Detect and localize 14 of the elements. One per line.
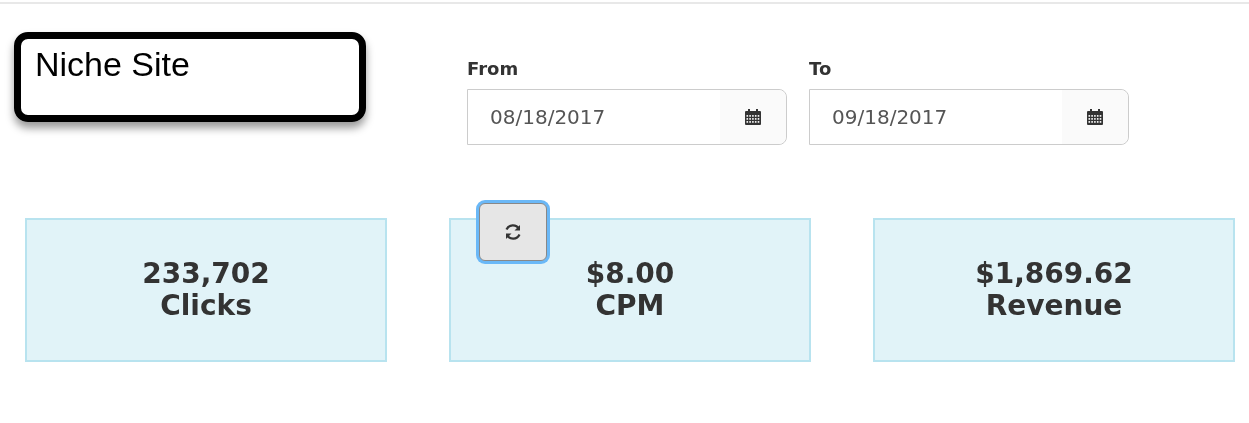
date-label: From bbox=[467, 58, 520, 79]
calendar-icon[interactable] bbox=[744, 108, 762, 126]
stat-label: CPM bbox=[595, 290, 665, 323]
calendar-icon[interactable] bbox=[1086, 108, 1104, 126]
site-name-label: Niche Site bbox=[14, 32, 366, 122]
stat-label: Clicks bbox=[160, 290, 252, 323]
date-field[interactable]: 09/18/2017 bbox=[809, 89, 1129, 145]
date-field[interactable]: 08/18/2017 bbox=[467, 89, 787, 145]
refresh-button[interactable] bbox=[479, 203, 547, 261]
stat-value: $8.00 bbox=[585, 257, 675, 290]
stat-label: Revenue bbox=[985, 290, 1123, 323]
stat-value: $1,869.62 bbox=[975, 257, 1133, 290]
date-label: To bbox=[809, 58, 833, 79]
stat-value: 233,702 bbox=[142, 257, 270, 290]
